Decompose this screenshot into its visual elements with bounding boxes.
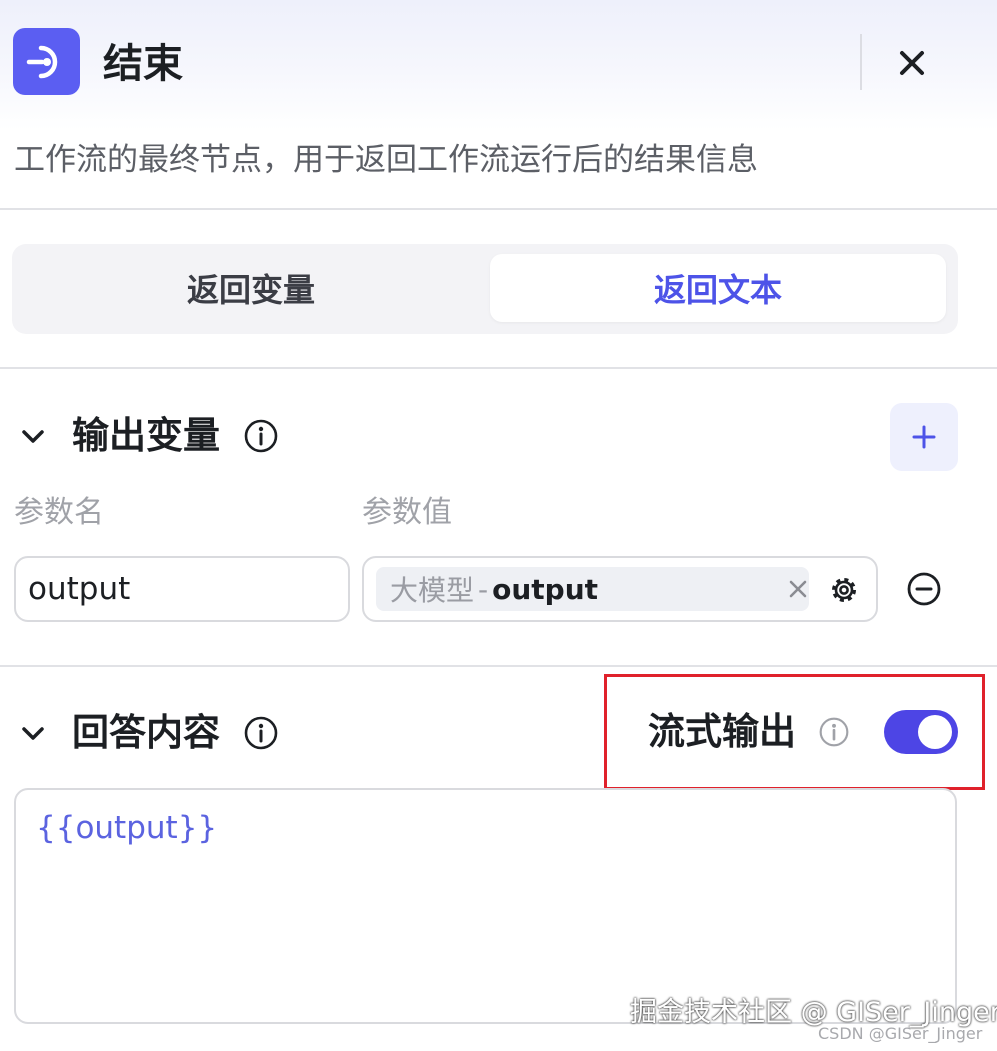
streaming-output-toggle[interactable] <box>884 710 958 754</box>
answer-content-editor[interactable]: {{output}} <box>14 788 957 1024</box>
output-variables-title: 输出变量 <box>72 414 220 457</box>
plus-icon <box>912 425 936 449</box>
node-description: 工作流的最终节点，用于返回工作流运行后的结果信息 <box>14 142 758 178</box>
exit-node-icon <box>13 28 80 95</box>
param-name-input[interactable] <box>14 556 350 622</box>
param-value-field[interactable]: 大模型 - output <box>362 556 878 622</box>
divider <box>0 367 997 369</box>
remove-variable-button[interactable] <box>905 570 943 608</box>
info-icon[interactable] <box>818 716 850 748</box>
param-value-label: 参数值 <box>362 495 452 530</box>
streaming-output-label: 流式输出 <box>648 710 796 753</box>
divider <box>0 665 997 667</box>
chevron-down-icon[interactable] <box>16 717 50 751</box>
ref-variable-name: output <box>492 572 599 606</box>
tab-return-text[interactable]: 返回文本 <box>490 254 946 322</box>
watermark-csdn: CSDN @GISer_Jinger <box>818 1024 983 1043</box>
ref-node-name: 大模型 <box>390 574 475 607</box>
header-divider <box>860 34 862 90</box>
node-title: 结束 <box>103 41 183 87</box>
variable-reference-chip[interactable]: 大模型 - output <box>376 567 809 611</box>
panel-header: 结束 <box>0 0 997 130</box>
info-icon[interactable] <box>243 715 279 751</box>
chevron-down-icon[interactable] <box>16 420 50 454</box>
close-button[interactable] <box>885 36 939 90</box>
divider <box>0 208 997 210</box>
add-variable-button[interactable] <box>890 403 958 471</box>
tab-return-variables[interactable]: 返回变量 <box>22 254 480 322</box>
gear-icon[interactable] <box>826 572 862 608</box>
answer-content-title: 回答内容 <box>72 711 220 754</box>
ref-separator: - <box>478 572 489 606</box>
info-icon[interactable] <box>243 418 279 454</box>
return-mode-switch: 返回变量 返回文本 <box>12 244 958 334</box>
clear-icon[interactable] <box>784 575 812 603</box>
toggle-knob <box>918 715 952 749</box>
close-icon <box>900 51 924 75</box>
param-name-label: 参数名 <box>14 495 104 530</box>
